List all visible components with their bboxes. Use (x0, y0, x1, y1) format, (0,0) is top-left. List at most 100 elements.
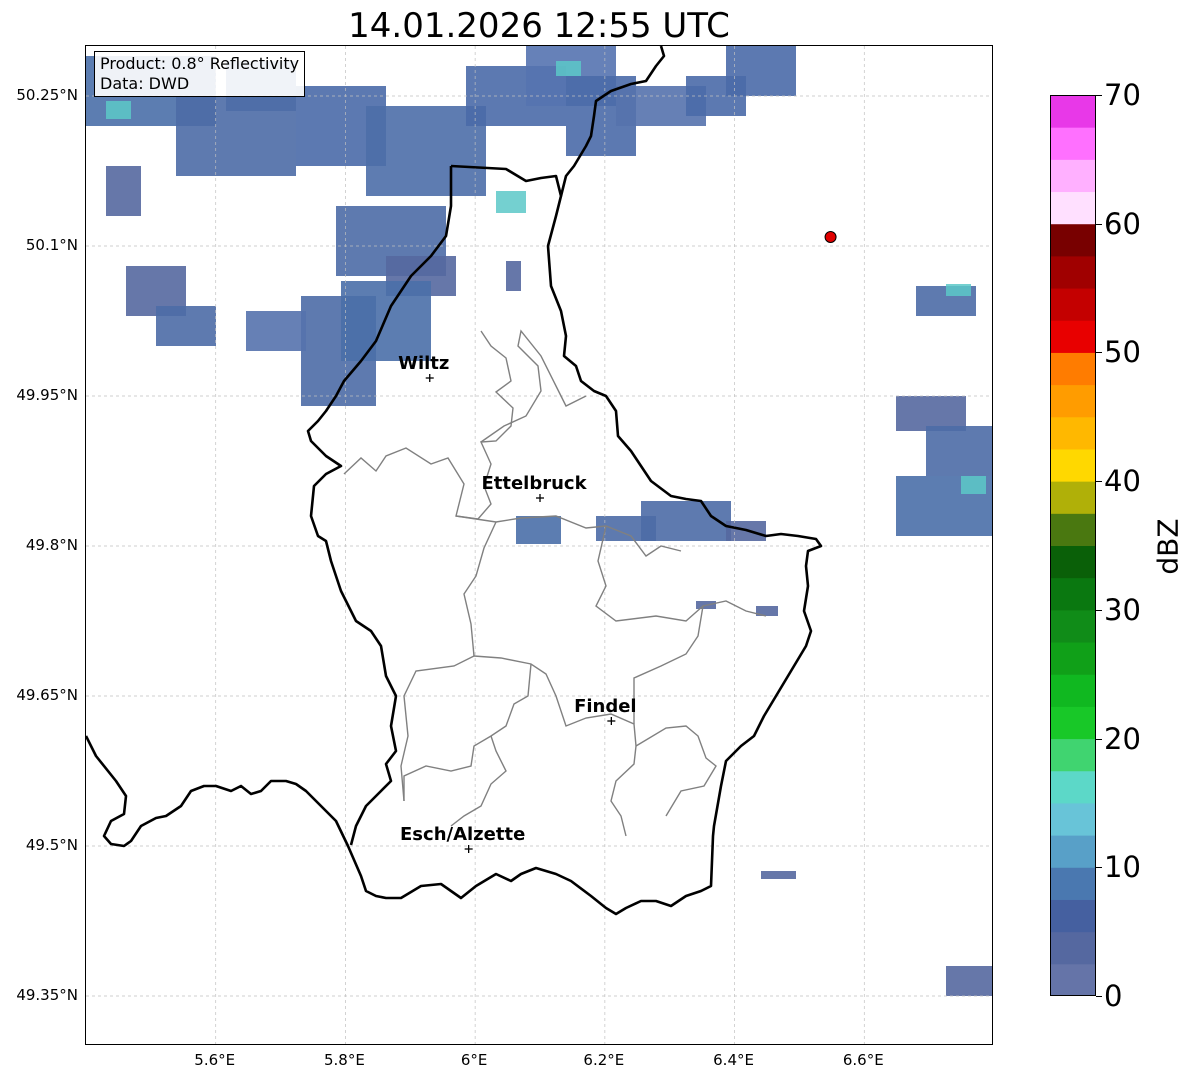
radar-echo-area (926, 426, 992, 476)
colorbar-segment (1050, 835, 1096, 868)
lon-tick-label: 6.2°E (583, 1051, 625, 1069)
colorbar-tick-label: 30 (1104, 592, 1141, 627)
colorbar-segment (1050, 867, 1096, 900)
colorbar-tick-label: 10 (1104, 850, 1141, 885)
radar-echo-area (506, 261, 521, 291)
colorbar-tick-mark (1096, 352, 1102, 354)
colorbar-segment (1050, 513, 1096, 546)
product-label: Product: 0.8° Reflectivity (100, 54, 300, 73)
radar-echo-area (946, 966, 992, 996)
radar-echo-area (341, 281, 431, 361)
lon-tick-label: 6°E (460, 1051, 488, 1069)
grid-lines (86, 46, 992, 1044)
district-border-central (463, 521, 497, 657)
colorbar-segment (1050, 899, 1096, 933)
city-label: Ettelbruck (481, 473, 587, 494)
district-border-south-c (635, 725, 717, 817)
city-label: Esch/Alzette (400, 824, 525, 845)
data-source-label: Data: DWD (100, 74, 190, 93)
radar-echo-area (156, 306, 216, 346)
radar-echo-area (246, 311, 306, 351)
lon-tick-label: 5.6°E (194, 1051, 236, 1069)
district-border-southwest (450, 735, 507, 827)
colorbar-tick-label: 50 (1104, 335, 1141, 370)
colorbar-segment (1050, 320, 1096, 353)
lat-tick-label: 50.1°N (25, 236, 78, 254)
colorbar-tick-mark (1096, 996, 1102, 997)
radar-echo-area (176, 96, 296, 176)
city-markers: Wiltz Ettelbruck Findel Esch/Alzette (398, 353, 637, 853)
colorbar-segment (1050, 706, 1096, 740)
colorbar-label: dBZ (1151, 518, 1184, 575)
lon-tick-label: 5.8°E (324, 1051, 365, 1069)
map-title: 14.01.2026 12:55 UTC (348, 6, 730, 46)
district-border-west (400, 655, 475, 802)
radar-echo-core (556, 61, 581, 76)
colorbar-segment (1050, 481, 1096, 514)
colorbar-tick-mark (1096, 95, 1102, 96)
radar-echo-area (896, 396, 966, 431)
lat-tick-label: 49.95°N (16, 386, 78, 404)
colorbar-tick-label: 60 (1104, 206, 1141, 241)
colorbar-segment (1050, 609, 1096, 643)
colorbar-segment (1050, 255, 1096, 289)
radar-echo-area (516, 516, 561, 544)
colorbar-segment (1050, 127, 1096, 160)
colorbar-segment (1050, 738, 1096, 772)
radar-echo-area (761, 871, 796, 879)
radar-echo-core (106, 101, 131, 119)
colorbar-segment (1050, 159, 1096, 193)
colorbar-segment (1050, 642, 1096, 675)
radar-echo-core (496, 191, 526, 213)
colorbar-segment (1050, 545, 1096, 579)
radar-echo-area (726, 46, 796, 96)
radar-echo-core (961, 476, 986, 494)
radar-site-marker (824, 231, 837, 243)
colorbar-segment (1050, 223, 1096, 257)
colorbar-tick-mark (1096, 738, 1102, 740)
colorbar (1050, 95, 1096, 996)
colorbar-tick-label: 40 (1104, 464, 1141, 499)
colorbar-segment (1050, 931, 1096, 965)
colorbar-tick-mark (1096, 609, 1102, 611)
colorbar-tick-label: 20 (1104, 721, 1141, 756)
radar-echo-area (106, 166, 141, 216)
district-border-south-b (403, 663, 532, 801)
district-border-sw-b (610, 745, 637, 837)
lon-tick-label: 6.6°E (842, 1051, 884, 1069)
city-label: Findel (574, 696, 637, 717)
colorbar-tick-mark (1096, 223, 1102, 225)
colorbar-segment (1050, 288, 1096, 321)
district-border-east-2 (633, 605, 704, 724)
radar-echo-core (946, 284, 971, 296)
colorbar-segment (1050, 191, 1096, 225)
colorbar-segment (1050, 770, 1096, 804)
colorbar-segment (1050, 384, 1096, 418)
lat-tick-label: 49.65°N (16, 686, 78, 704)
city-marker: Wiltz (398, 353, 449, 382)
colorbar-segment (1050, 448, 1096, 482)
lat-tick-label: 50.25°N (16, 86, 78, 104)
city-marker: Esch/Alzette (400, 824, 525, 853)
colorbar-segment (1050, 416, 1096, 450)
colorbar-segment (1050, 802, 1096, 836)
map-canvas: Wiltz Ettelbruck Findel Esch/Alzette (86, 46, 992, 1044)
colorbar-tick-label: 70 (1104, 78, 1141, 112)
colorbar-tick-mark (1096, 867, 1102, 869)
map-panel: Wiltz Ettelbruck Findel Esch/Alzette (85, 45, 993, 1045)
colorbar-tick-mark (1096, 481, 1102, 483)
lat-tick-label: 49.35°N (16, 986, 78, 1004)
city-label: Wiltz (398, 353, 449, 374)
district-border-ne-loop (480, 329, 587, 443)
product-info-box: Product: 0.8° Reflectivity Data: DWD (94, 51, 306, 97)
city-marker: Ettelbruck (481, 473, 588, 502)
colorbar-segment (1050, 352, 1096, 386)
colorbar-segment (1050, 95, 1096, 128)
lat-tick-label: 49.8°N (25, 536, 78, 554)
colorbar-tick-label: 0 (1104, 979, 1123, 1013)
district-borders (343, 329, 767, 837)
radar-echo-layer (86, 46, 992, 996)
lat-tick-label: 49.5°N (25, 836, 78, 854)
colorbar-segment (1050, 674, 1096, 707)
colorbar-segment (1050, 963, 1096, 996)
